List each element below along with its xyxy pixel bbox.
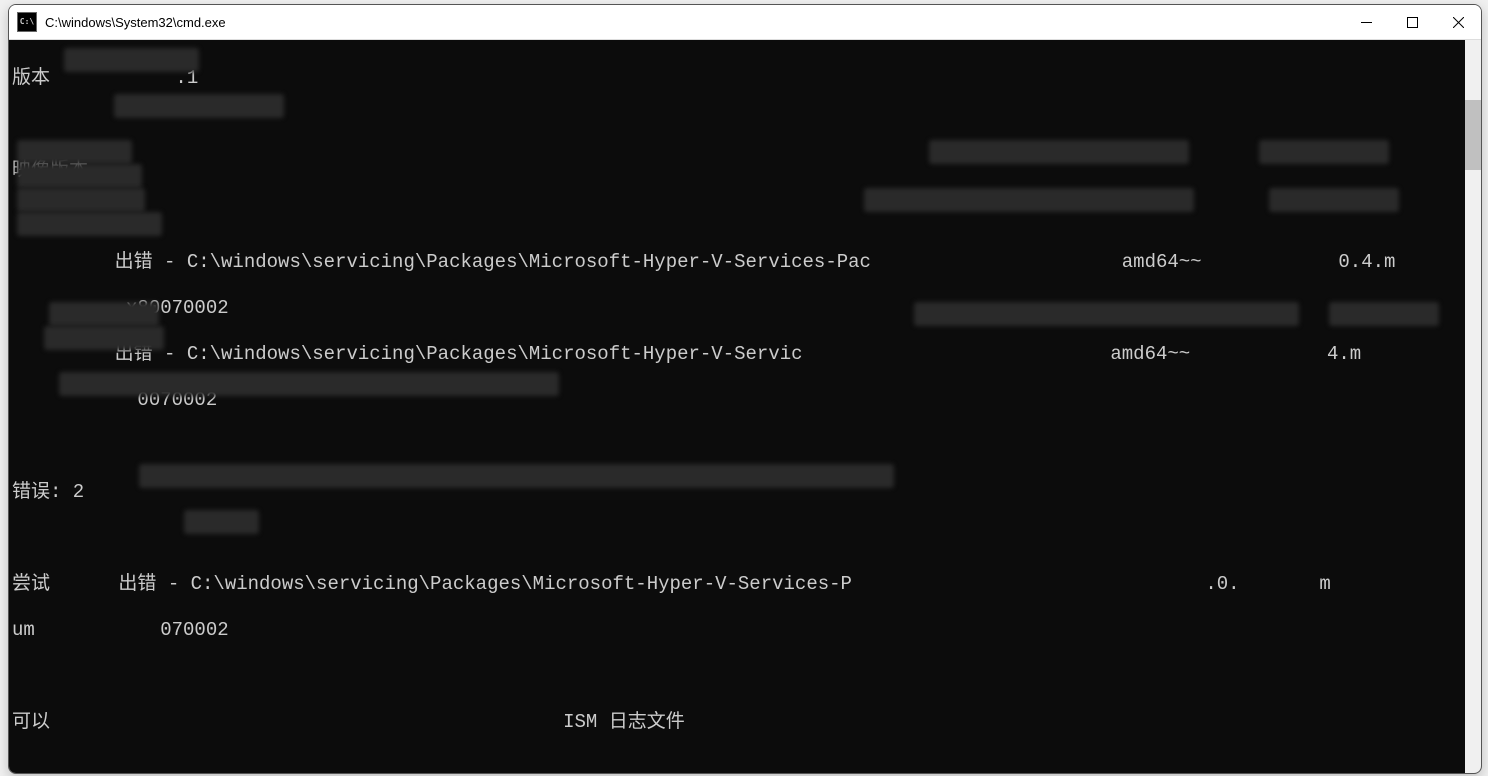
redaction: [64, 48, 199, 72]
console-line: [12, 205, 1481, 228]
redaction: [1269, 188, 1399, 212]
console-line: um 070002: [12, 619, 1481, 642]
redaction: [44, 326, 164, 350]
title-left: C:\ C:\windows\System32\cmd.exe: [9, 12, 226, 32]
console-line: [12, 435, 1481, 458]
redaction: [49, 302, 159, 326]
redaction: [1329, 302, 1439, 326]
redaction: [114, 94, 284, 118]
console-line: 尝试 出错 - C:\windows\servicing\Packages\Mi…: [12, 573, 1481, 596]
cmd-window: C:\ C:\windows\System32\cmd.exe 版本 .1 映像…: [8, 4, 1482, 774]
redaction: [929, 140, 1189, 164]
close-button[interactable]: [1435, 5, 1481, 39]
console-line: 版本 .1: [12, 67, 1481, 90]
redaction: [139, 464, 894, 488]
redaction: [184, 510, 259, 534]
console-line: [12, 665, 1481, 688]
redaction: [59, 372, 559, 396]
client-area: 版本 .1 映像版本 出错 - C:\windows\servicing\Pac…: [9, 40, 1481, 774]
console-output[interactable]: 版本 .1 映像版本 出错 - C:\windows\servicing\Pac…: [9, 40, 1481, 774]
redaction: [914, 302, 1299, 326]
console-line: 可以 ISM 日志文件: [12, 711, 1481, 734]
redaction: [864, 188, 1194, 212]
window-title: C:\windows\System32\cmd.exe: [45, 15, 226, 30]
redaction: [17, 188, 145, 212]
redaction: [17, 164, 142, 188]
cmd-icon: C:\: [17, 12, 37, 32]
window-controls: [1343, 5, 1481, 39]
scrollbar[interactable]: [1465, 40, 1481, 774]
minimize-button[interactable]: [1343, 5, 1389, 39]
redaction: [17, 212, 162, 236]
console-line: 出错 - C:\windows\servicing\Packages\Micro…: [12, 251, 1481, 274]
redaction: [17, 140, 132, 164]
titlebar[interactable]: C:\ C:\windows\System32\cmd.exe: [9, 5, 1481, 40]
console-line: [12, 757, 1481, 774]
redaction: [1259, 140, 1389, 164]
maximize-button[interactable]: [1389, 5, 1435, 39]
console-line: 出错 - C:\windows\servicing\Packages\Micro…: [12, 343, 1481, 366]
scrollbar-thumb[interactable]: [1465, 100, 1481, 170]
